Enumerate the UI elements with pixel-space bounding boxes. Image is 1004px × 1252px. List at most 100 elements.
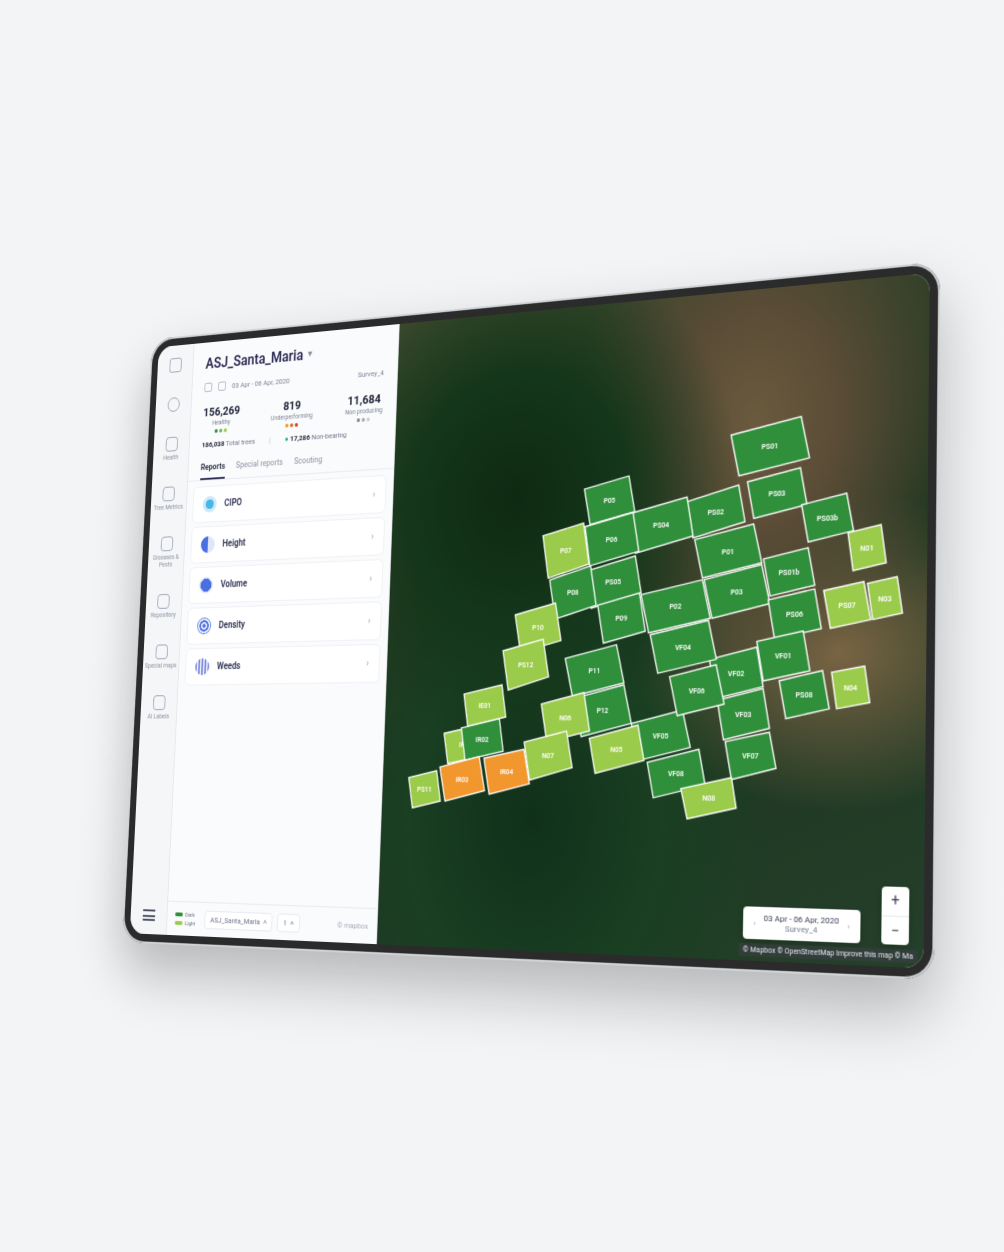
plot-PS11[interactable] — [408, 771, 442, 809]
report-cipo[interactable]: CIPO› — [192, 475, 387, 524]
chevron-right-icon: › — [369, 573, 372, 584]
tab-reports[interactable]: Reports — [200, 457, 225, 481]
plot-N07[interactable] — [523, 731, 573, 780]
map-canvas[interactable]: PS01PS02PS03PS04PS05P01P02P03P05P06P07P0… — [377, 273, 930, 969]
plot-label: PS04 — [653, 521, 669, 530]
map-date-chip[interactable]: ‹ 03 Apr - 06 Apr, 2020 Survey_4 › — [743, 906, 861, 943]
next-date-button[interactable] — [218, 381, 226, 391]
plot-label: P12 — [596, 707, 608, 716]
home-icon — [169, 358, 182, 373]
plot-PS03[interactable] — [747, 467, 808, 519]
nav-menu[interactable] — [142, 909, 155, 921]
plot-label: P06 — [606, 535, 618, 544]
cipo-icon — [202, 496, 217, 513]
plot-label: P07 — [560, 546, 572, 555]
height-icon — [201, 536, 216, 553]
weeds-icon — [195, 658, 210, 675]
plot-label: VF05 — [653, 731, 669, 740]
plot-label: N07 — [542, 751, 554, 760]
plot-PS01b[interactable] — [763, 547, 815, 596]
farm-chip[interactable]: ASJ_Santa_Maria˄ — [204, 911, 273, 932]
plot-label: VF03 — [735, 710, 752, 719]
plot-PS06[interactable] — [767, 589, 821, 640]
plot-P09[interactable] — [597, 593, 646, 644]
next-survey-button[interactable]: › — [847, 921, 850, 931]
plot-PS03b[interactable] — [801, 493, 854, 543]
plot-P03[interactable] — [703, 564, 770, 618]
plot-label: N01 — [860, 543, 874, 553]
page-chip[interactable]: 1˄ — [277, 913, 300, 932]
plot-VF02[interactable] — [709, 647, 764, 699]
plot-N03[interactable] — [867, 576, 903, 619]
plot-IR04[interactable] — [483, 749, 531, 794]
plot-PS01[interactable] — [730, 416, 810, 476]
plot-P05[interactable] — [584, 476, 636, 525]
report-height[interactable]: Height› — [190, 517, 385, 564]
plot-label: N04 — [844, 683, 858, 692]
plot-label: P10 — [532, 624, 544, 633]
plot-VF08[interactable] — [646, 749, 705, 798]
zoom-in-button[interactable]: + — [882, 886, 910, 916]
plot-P10[interactable] — [514, 603, 562, 653]
metric-underperforming: 819 Underperforming — [270, 398, 313, 429]
plot-N06[interactable] — [540, 693, 590, 742]
plot-label: VF08 — [668, 770, 684, 779]
plot-P01[interactable] — [694, 524, 763, 579]
plot-label: PS07 — [838, 601, 856, 611]
nav-repository[interactable]: Repository — [150, 594, 176, 620]
plot-VF04[interactable] — [649, 620, 717, 673]
plot-N05[interactable] — [588, 725, 644, 773]
plot-label: PS06 — [786, 610, 803, 619]
side-panel: ASJ_Santa_Maria ▾ 03 Apr - 06 Apr, 2020 … — [166, 324, 399, 944]
tab-special-reports[interactable]: Special reports — [235, 453, 283, 478]
plot-N01[interactable] — [848, 524, 887, 570]
report-volume[interactable]: Volume› — [188, 559, 383, 604]
plot-IR02[interactable] — [460, 719, 504, 760]
report-weeds[interactable]: Weeds› — [184, 644, 380, 686]
nav-tree-metrics[interactable]: Tree Metrics — [154, 486, 184, 512]
plot-label: P02 — [669, 602, 681, 611]
plot-P06[interactable] — [584, 512, 640, 566]
prev-survey-button[interactable]: ‹ — [753, 918, 756, 928]
chevron-right-icon: › — [368, 616, 371, 627]
plot-VF01[interactable] — [756, 631, 810, 681]
nav-home[interactable] — [169, 358, 182, 373]
plot-VF06[interactable] — [669, 665, 725, 716]
plot-P02[interactable] — [640, 579, 711, 633]
plot-PS02[interactable] — [686, 485, 745, 539]
plot-P07[interactable] — [542, 523, 590, 579]
plot-IR03[interactable] — [439, 756, 486, 801]
plot-N04[interactable] — [831, 666, 870, 709]
plot-P12[interactable] — [573, 685, 632, 737]
nav-diseases[interactable]: Diseases & Pests — [148, 536, 185, 570]
plot-PS12[interactable] — [502, 639, 550, 690]
plot-PS07[interactable] — [823, 581, 871, 628]
plot-VF05[interactable] — [630, 710, 691, 761]
tree-icon — [163, 486, 176, 501]
report-density[interactable]: Density› — [186, 601, 382, 645]
chevron-down-icon: ▾ — [308, 349, 312, 360]
tab-scouting[interactable]: Scouting — [294, 450, 323, 474]
app-screen: Health Tree Metrics Diseases & Pests Rep… — [130, 273, 930, 969]
plot-label: VF07 — [742, 752, 759, 761]
plot-PS08[interactable] — [779, 670, 830, 718]
chevron-right-icon: › — [372, 489, 375, 500]
plot-label: PS03 — [769, 489, 786, 499]
nav-search[interactable] — [167, 397, 180, 412]
plot-IE01[interactable] — [463, 685, 507, 726]
plot-P08[interactable] — [549, 566, 598, 620]
nav-health[interactable]: Health — [163, 436, 179, 461]
plot-P11[interactable] — [564, 645, 625, 697]
plot-N08[interactable] — [680, 777, 737, 819]
zoom-out-button[interactable]: − — [881, 915, 909, 945]
plot-PS04[interactable] — [629, 497, 694, 554]
plot-VF03[interactable] — [716, 688, 770, 739]
nav-ai-labels[interactable]: AI Labels — [147, 695, 170, 720]
plot-VF07[interactable] — [724, 732, 776, 780]
plot-label: VF01 — [775, 652, 792, 661]
prev-date-button[interactable] — [204, 382, 212, 392]
plot-PS05[interactable] — [585, 556, 642, 609]
plot-label: P11 — [588, 667, 600, 676]
plot-label: N06 — [559, 714, 571, 723]
nav-special-maps[interactable]: Special maps — [145, 644, 178, 670]
